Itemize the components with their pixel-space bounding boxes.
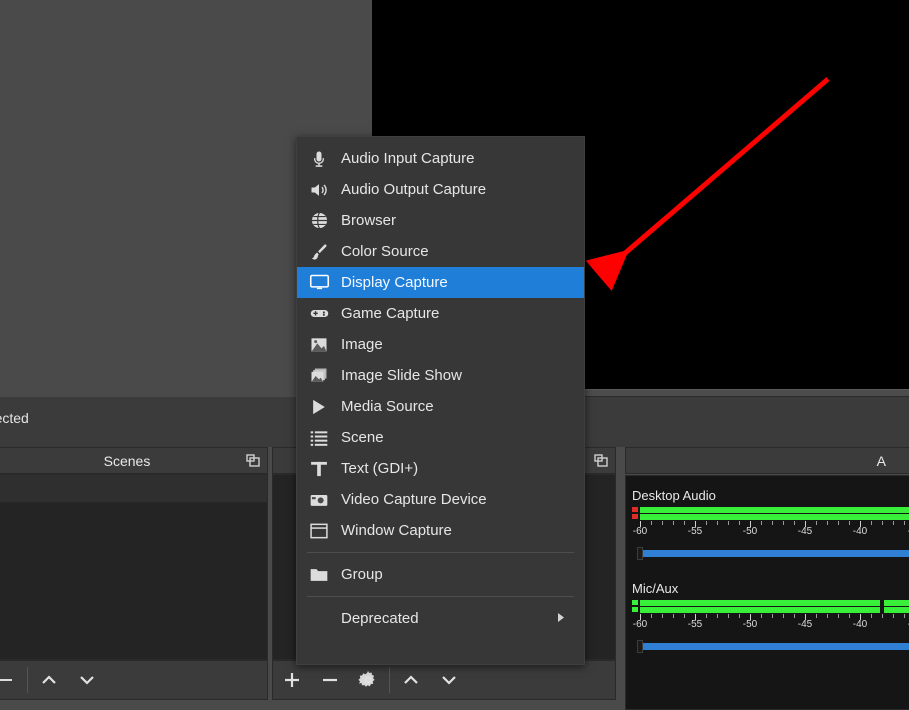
move-source-up-button[interactable] bbox=[392, 661, 430, 699]
add-source-context-menu[interactable]: Audio Input Capture Audio Output Capture… bbox=[296, 136, 585, 665]
volume-slider[interactable] bbox=[637, 547, 909, 560]
tick-label: -45 bbox=[797, 619, 813, 630]
menu-item-text-gdi[interactable]: Text (GDI+) bbox=[297, 453, 584, 484]
volume-meter bbox=[632, 600, 909, 614]
list-icon bbox=[303, 426, 335, 450]
image-icon bbox=[303, 333, 335, 357]
slideshow-icon bbox=[303, 364, 335, 388]
camera-icon bbox=[303, 488, 335, 512]
menu-item-label: Scene bbox=[341, 429, 384, 446]
menu-item-label: Game Capture bbox=[341, 305, 440, 322]
menu-item-label: Color Source bbox=[341, 243, 429, 260]
menu-item-label: Deprecated bbox=[341, 610, 419, 627]
menu-item-browser[interactable]: Browser bbox=[297, 205, 584, 236]
scenes-dock-title: Scenes bbox=[0, 447, 268, 474]
meter-scale: -60 -55 -50 -45 -40 -35 bbox=[633, 614, 909, 630]
globe-icon bbox=[303, 209, 335, 233]
obs-studio-window: ce selected Scenes bbox=[0, 0, 909, 710]
menu-item-deprecated[interactable]: Deprecated bbox=[297, 603, 584, 634]
mixer-track-name: Mic/Aux bbox=[632, 581, 679, 596]
menu-item-display-capture[interactable]: Display Capture bbox=[297, 267, 584, 298]
menu-separator bbox=[307, 552, 574, 553]
volume-meter bbox=[632, 507, 909, 521]
move-scene-down-button[interactable] bbox=[68, 661, 106, 699]
tick-label: -50 bbox=[742, 619, 758, 630]
scenes-toolbar bbox=[0, 660, 268, 700]
tick-label: -60 bbox=[632, 526, 648, 537]
tick-label: -50 bbox=[742, 526, 758, 537]
audio-mixer-title-label: A bbox=[876, 452, 886, 469]
move-scene-up-button[interactable] bbox=[30, 661, 68, 699]
tick-label: -40 bbox=[852, 526, 868, 537]
mixer-track-desktop-audio: Desktop Audio -60 -55 -50 -45 -40 -35 bbox=[632, 488, 909, 560]
active-indicator-icon bbox=[632, 600, 638, 613]
tick-label: -40 bbox=[852, 619, 868, 630]
tick-label: -55 bbox=[687, 619, 703, 630]
text-icon bbox=[303, 457, 335, 481]
play-icon bbox=[303, 395, 335, 419]
menu-item-group[interactable]: Group bbox=[297, 559, 584, 590]
volume-slider-track[interactable] bbox=[640, 643, 909, 650]
menu-item-image[interactable]: Image bbox=[297, 329, 584, 360]
menu-item-label: Window Capture bbox=[341, 522, 452, 539]
menu-item-label: Media Source bbox=[341, 398, 434, 415]
mixer-track-mic-aux: Mic/Aux -60 -55 -50 -45 -40 bbox=[632, 581, 909, 653]
gamepad-icon bbox=[303, 302, 335, 326]
mixer-track-name: Desktop Audio bbox=[632, 488, 716, 503]
menu-separator bbox=[307, 596, 574, 597]
volume-slider-track[interactable] bbox=[640, 550, 909, 557]
menu-item-window-capture[interactable]: Window Capture bbox=[297, 515, 584, 546]
menu-item-audio-input-capture[interactable]: Audio Input Capture bbox=[297, 143, 584, 174]
move-source-down-button[interactable] bbox=[430, 661, 468, 699]
folder-icon bbox=[303, 563, 335, 587]
submenu-arrow-icon bbox=[556, 610, 566, 627]
menu-item-label: Video Capture Device bbox=[341, 491, 487, 508]
menu-item-label: Audio Input Capture bbox=[341, 150, 475, 167]
undock-icon[interactable] bbox=[594, 453, 608, 468]
audio-mixer-dock-title: A bbox=[625, 447, 909, 474]
scenes-title-label: Scenes bbox=[103, 452, 151, 469]
deprecated-icon-slot bbox=[303, 607, 335, 631]
audio-mixer-panel: Desktop Audio -60 -55 -50 -45 -40 -35 bbox=[625, 475, 909, 710]
meter-scale: -60 -55 -50 -45 -40 -35 bbox=[633, 521, 909, 537]
gear-icon[interactable] bbox=[349, 661, 387, 699]
tick-label: -55 bbox=[687, 526, 703, 537]
mute-indicator-icon bbox=[632, 507, 638, 520]
window-icon bbox=[303, 519, 335, 543]
menu-item-label: Group bbox=[341, 566, 383, 583]
no-source-selected-label: ce selected bbox=[0, 410, 29, 426]
menu-item-label: Display Capture bbox=[341, 274, 448, 291]
undock-icon[interactable] bbox=[246, 453, 260, 468]
menu-item-game-capture[interactable]: Game Capture bbox=[297, 298, 584, 329]
remove-scene-button[interactable] bbox=[0, 661, 25, 699]
volume-slider[interactable] bbox=[637, 640, 909, 653]
tick-label: -60 bbox=[632, 619, 648, 630]
list-item[interactable] bbox=[0, 475, 267, 503]
volume-slider-handle[interactable] bbox=[637, 640, 643, 653]
monitor-icon bbox=[303, 271, 335, 295]
microphone-icon bbox=[303, 147, 335, 171]
menu-item-label: Browser bbox=[341, 212, 397, 229]
scenes-list[interactable] bbox=[0, 474, 268, 660]
menu-item-media-source[interactable]: Media Source bbox=[297, 391, 584, 422]
menu-item-color-source[interactable]: Color Source bbox=[297, 236, 584, 267]
toolbar-separator bbox=[389, 667, 390, 693]
menu-item-label: Image bbox=[341, 336, 383, 353]
sources-toolbar bbox=[272, 660, 616, 700]
tick-label: -45 bbox=[797, 526, 813, 537]
menu-item-audio-output-capture[interactable]: Audio Output Capture bbox=[297, 174, 584, 205]
menu-item-video-capture-device[interactable]: Video Capture Device bbox=[297, 484, 584, 515]
add-source-button[interactable] bbox=[273, 661, 311, 699]
speaker-icon bbox=[303, 178, 335, 202]
menu-item-image-slide-show[interactable]: Image Slide Show bbox=[297, 360, 584, 391]
volume-slider-handle[interactable] bbox=[637, 547, 643, 560]
menu-item-scene[interactable]: Scene bbox=[297, 422, 584, 453]
remove-source-button[interactable] bbox=[311, 661, 349, 699]
menu-item-label: Image Slide Show bbox=[341, 367, 462, 384]
menu-item-label: Audio Output Capture bbox=[341, 181, 487, 198]
menu-item-label: Text (GDI+) bbox=[341, 460, 419, 477]
brush-icon bbox=[303, 240, 335, 264]
toolbar-separator bbox=[27, 667, 28, 693]
